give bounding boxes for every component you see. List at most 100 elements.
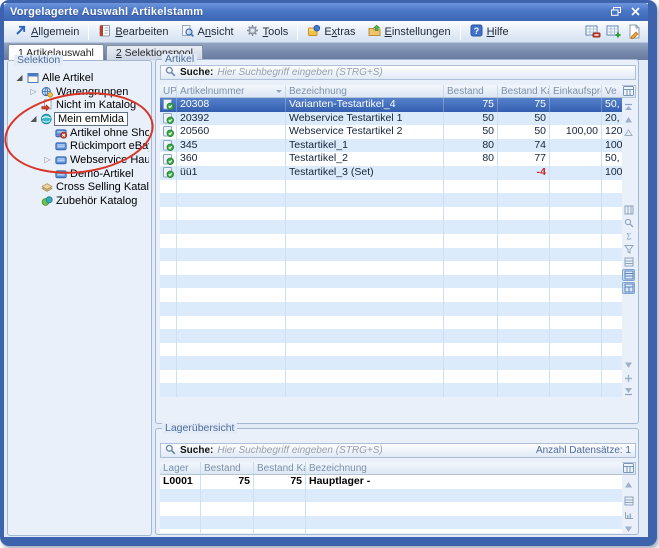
column-header-up[interactable]: UP	[160, 85, 177, 97]
tree-item-cross-selling-katalog[interactable]: Cross Selling Katalog	[10, 181, 149, 195]
column-header-artikelnummer[interactable]: Artikelnummer	[177, 85, 286, 97]
column-header-verkaufspreis[interactable]: Ve	[602, 85, 622, 97]
column-chooser-button[interactable]	[622, 85, 636, 98]
menu-item-ansicht[interactable]: Ansicht	[175, 23, 240, 41]
table-row[interactable]	[160, 529, 622, 533]
table-row[interactable]	[160, 502, 622, 516]
scroll-bottom-icon[interactable]	[622, 385, 635, 397]
selektion-tree: ◢ Alle Artikel ▷ Warengruppen Nicht im K…	[10, 71, 149, 531]
table-row[interactable]	[160, 316, 622, 330]
table-row[interactable]	[160, 261, 622, 275]
table-row[interactable]	[160, 180, 622, 194]
column-chooser-icon	[623, 83, 634, 101]
table-row[interactable]	[160, 248, 622, 262]
menu-item-tools[interactable]: Tools	[240, 23, 295, 41]
menu-item-bearbeiten[interactable]: Bearbeiten	[92, 23, 174, 41]
tree-item-zubehör-katalog[interactable]: Zubehör Katalog	[10, 194, 149, 208]
scroll-up-icon[interactable]	[622, 114, 635, 126]
column-header-bestand-kalk[interactable]: Bestand Kalk.	[254, 462, 306, 474]
tree-expander-icon[interactable]: ▷	[28, 87, 39, 96]
tree-item-mein-emmida[interactable]: ◢ Mein emMida	[10, 112, 149, 126]
table-row[interactable]	[160, 356, 622, 370]
table-row[interactable]: 360 Testartikel_2 80 77 50,	[160, 152, 622, 166]
table-row[interactable]: L0001 75 75 Hauptlager -	[160, 475, 622, 489]
column-header-lager[interactable]: Lager	[160, 462, 201, 474]
columns-icon[interactable]	[622, 204, 635, 216]
lager-search-bar[interactable]: Suche: Hier Suchbegriff eingeben (STRG+S…	[160, 443, 636, 458]
restore-button[interactable]	[608, 5, 624, 19]
table-row[interactable]	[160, 193, 622, 207]
scroll-down-icon[interactable]	[622, 359, 635, 371]
menu-item-extras[interactable]: Extras	[301, 23, 361, 41]
table-row[interactable]	[160, 220, 622, 234]
table-row[interactable]	[160, 516, 622, 530]
help-icon: ?	[470, 24, 483, 40]
table-row[interactable]	[160, 207, 622, 221]
table-row[interactable]	[160, 370, 622, 384]
window-body: Vorgelagerte Auswahl Artikelstamm Allgem…	[4, 3, 648, 537]
table-row[interactable]	[160, 275, 622, 289]
title-bar: Vorgelagerte Auswahl Artikelstamm	[4, 3, 648, 21]
close-button[interactable]	[627, 5, 643, 19]
table-row[interactable]: üü1 Testartikel_3 (Set) -4 100	[160, 166, 622, 180]
table-row[interactable]	[160, 489, 622, 503]
svg-text:Σ: Σ	[626, 232, 631, 242]
tree-item-nicht-im-katalog[interactable]: Nicht im Katalog	[10, 98, 149, 112]
lager-table-body: L0001 75 75 Hauptlager -	[160, 475, 622, 533]
table-row[interactable]: 345 Testartikel_1 80 74 100	[160, 139, 622, 153]
column-header-einkaufspreis[interactable]: Einkaufspreis	[550, 85, 602, 97]
page-edit-icon[interactable]	[627, 24, 641, 39]
layout-icon[interactable]	[622, 495, 635, 507]
table-row[interactable]	[160, 302, 622, 316]
grid-remove-icon[interactable]	[585, 24, 601, 39]
filter-icon[interactable]	[622, 243, 635, 255]
column-header-bezeichnung[interactable]: Bezeichnung	[306, 462, 622, 474]
column-header-bezeichnung[interactable]: Bezeichnung	[286, 85, 444, 97]
table-row[interactable]	[160, 383, 622, 397]
add-row-icon[interactable]	[622, 372, 635, 384]
scroll-prev-icon[interactable]	[622, 127, 635, 139]
column-header-bestand-kalk[interactable]: Bestand Kalk.	[498, 85, 550, 97]
tree-item-warengruppen[interactable]: ▷ Warengruppen	[10, 85, 149, 99]
zoom-icon[interactable]	[622, 217, 635, 229]
lager-table-header: Lager Bestand Bestand Kalk. Bezeichnung	[160, 462, 622, 475]
lager-group: Lagerübersicht Suche: Hier Suchbegriff e…	[155, 428, 639, 535]
table-row[interactable]	[160, 234, 622, 248]
menu-item-allgemein[interactable]: Allgemein	[8, 23, 85, 41]
tree-expander-icon[interactable]: ◢	[14, 73, 25, 82]
column-chooser-button[interactable]	[622, 462, 636, 475]
table-row[interactable]: 20308 Varianten-Testartikel_4 75 75 50,	[160, 98, 622, 112]
tree-item-alle-artikel[interactable]: ◢ Alle Artikel	[10, 71, 149, 85]
table-row[interactable]	[160, 329, 622, 343]
tree-expander-icon[interactable]: ▷	[42, 155, 53, 164]
menu-item-hilfe[interactable]: ? Hilfe	[464, 23, 515, 41]
menu-separator	[88, 24, 89, 40]
column-header-bestand[interactable]: Bestand	[201, 462, 254, 474]
table-row[interactable]: 20392 Webservice Testartikel 1 50 50 20,	[160, 112, 622, 126]
selektion-group: Selektion ◢ Alle Artikel ▷ Warengruppen …	[7, 60, 152, 536]
table-row[interactable]	[160, 343, 622, 357]
table-row[interactable]: 20560 Webservice Testartikel 2 50 50 100…	[160, 125, 622, 139]
column-chooser-icon	[623, 460, 634, 478]
menu-item-einstellungen[interactable]: Einstellungen	[362, 23, 457, 41]
artikel-table-body: 20308 Varianten-Testartikel_4 75 75 50, …	[160, 98, 622, 398]
tree-item-rückimport-ebay[interactable]: Rückimport eBay	[10, 139, 149, 153]
scroll-up-icon[interactable]	[622, 479, 635, 491]
tree-item-artikel-ohne-shop-kategorie[interactable]: Artikel ohne Shop-Kategorie	[10, 126, 149, 140]
tree-item-demo-artikel[interactable]: Demo-Artikel	[10, 167, 149, 181]
grid-view-icon[interactable]	[622, 269, 635, 281]
grid-add-icon[interactable]	[606, 24, 622, 39]
layout-icon[interactable]	[622, 256, 635, 268]
magnifier-page-icon	[181, 24, 194, 40]
tree-item-webservice-hauptkategorie[interactable]: ▷ Webservice Hauptkategorie	[10, 153, 149, 167]
sum-icon[interactable]: Σ	[622, 230, 635, 242]
artikel-search-bar[interactable]: Suche: Hier Suchbegriff eingeben (STRG+S…	[160, 65, 636, 80]
scroll-top-icon[interactable]	[622, 101, 635, 113]
table-row[interactable]	[160, 288, 622, 302]
tree-expander-icon[interactable]: ◢	[28, 114, 39, 123]
card-view-icon[interactable]	[622, 282, 635, 294]
restore-icon	[611, 3, 621, 21]
scroll-down-icon[interactable]	[622, 523, 635, 535]
column-header-bestand[interactable]: Bestand	[444, 85, 498, 97]
chart-icon[interactable]	[622, 509, 635, 521]
